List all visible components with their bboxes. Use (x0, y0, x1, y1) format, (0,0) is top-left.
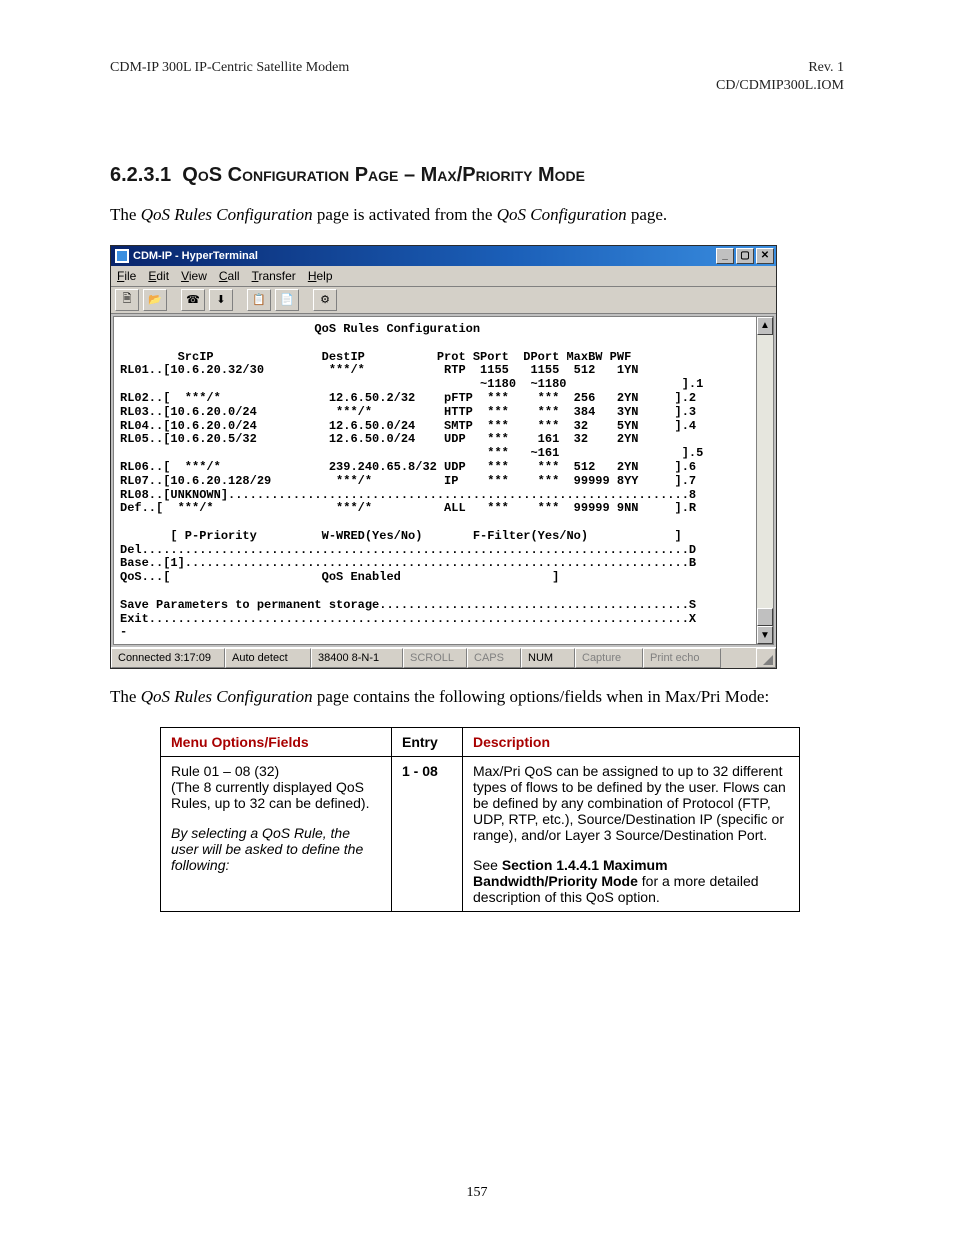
receive-icon[interactable]: ⬇ (209, 289, 233, 311)
send-icon[interactable]: 📋 (247, 289, 271, 311)
vertical-scrollbar[interactable]: ▲ ▼ (756, 317, 773, 644)
page-number: 157 (0, 1185, 954, 1201)
scroll-down-icon[interactable]: ▼ (757, 626, 773, 644)
menu-transfer[interactable]: Transfer (252, 269, 296, 283)
status-settings: 38400 8-N-1 (311, 648, 403, 668)
menubar: File Edit View Call Transfer Help (111, 266, 776, 287)
doc-code: CD/CDMIP300L.IOM (110, 78, 844, 94)
app-icon (115, 249, 129, 263)
statusbar: Connected 3:17:09 Auto detect 38400 8-N-… (111, 647, 776, 668)
menu-help[interactable]: Help (308, 269, 333, 283)
copy-icon[interactable]: 📄 (275, 289, 299, 311)
section-heading: 6.2.3.1 QoS Configuration Page – Max/Pri… (110, 164, 844, 187)
scroll-up-icon[interactable]: ▲ (757, 317, 773, 335)
hangup-icon[interactable]: ☎ (181, 289, 205, 311)
terminal-output: QoS Rules Configuration SrcIP DestIP Pro… (114, 317, 756, 644)
properties-icon[interactable]: ⚙ (313, 289, 337, 311)
intro-paragraph: The QoS Rules Configuration page is acti… (110, 204, 844, 227)
new-icon[interactable]: 🗎 (115, 289, 139, 311)
resize-grip-icon[interactable] (756, 648, 776, 668)
after-paragraph: The QoS Rules Configuration page contain… (110, 686, 844, 709)
status-capture: Capture (575, 648, 643, 668)
options-table: Menu Options/Fields Entry Description Ru… (160, 727, 800, 912)
cell-desc: Max/Pri QoS can be assigned to up to 32 … (463, 757, 800, 912)
status-detect: Auto detect (225, 648, 311, 668)
status-scroll: SCROLL (403, 648, 467, 668)
status-num: NUM (521, 648, 575, 668)
th-menu: Menu Options/Fields (161, 728, 392, 757)
close-button[interactable]: ✕ (756, 248, 774, 264)
window-title: CDM-IP - HyperTerminal (133, 250, 716, 262)
scroll-thumb[interactable] (757, 608, 773, 626)
status-connected: Connected 3:17:09 (111, 648, 225, 668)
titlebar[interactable]: CDM-IP - HyperTerminal _ ▢ ✕ (111, 246, 776, 266)
cell-entry: 1 - 08 (392, 757, 463, 912)
menu-call[interactable]: Call (219, 269, 240, 283)
status-caps: CAPS (467, 648, 521, 668)
maximize-button[interactable]: ▢ (736, 248, 754, 264)
doc-rev: Rev. 1 (808, 60, 844, 76)
table-row: Rule 01 – 08 (32) (The 8 currently displ… (161, 757, 800, 912)
th-entry: Entry (392, 728, 463, 757)
minimize-button[interactable]: _ (716, 248, 734, 264)
hyperterminal-window: CDM-IP - HyperTerminal _ ▢ ✕ File Edit V… (110, 245, 777, 669)
doc-title-left: CDM-IP 300L IP-Centric Satellite Modem (110, 60, 349, 76)
status-printecho: Print echo (643, 648, 721, 668)
toolbar: 🗎 📂 ☎ ⬇ 📋 📄 ⚙ (111, 287, 776, 314)
menu-file[interactable]: File (117, 269, 136, 283)
cell-menu: Rule 01 – 08 (32) (The 8 currently displ… (161, 757, 392, 912)
menu-view[interactable]: View (181, 269, 207, 283)
menu-edit[interactable]: Edit (148, 269, 169, 283)
open-icon[interactable]: 📂 (143, 289, 167, 311)
th-desc: Description (463, 728, 800, 757)
